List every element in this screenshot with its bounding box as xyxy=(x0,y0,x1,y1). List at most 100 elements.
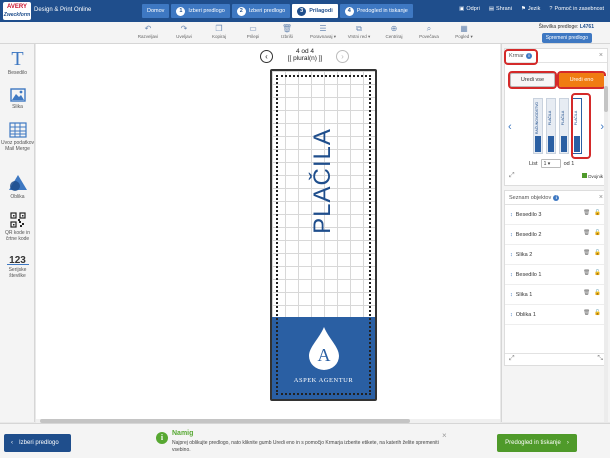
lock-icon[interactable]: 🔓 xyxy=(594,270,601,276)
step-2[interactable]: 2 Izberi predlogo xyxy=(231,4,291,18)
sidebar-item-shape[interactable]: Oblika xyxy=(0,174,35,200)
image-icon xyxy=(9,88,26,102)
collapse-icon[interactable]: ⤡ xyxy=(597,355,603,363)
object-row[interactable]: ↕ Slika 1 🗑 🔓 xyxy=(505,285,607,305)
trash-icon[interactable]: 🗑 xyxy=(583,310,590,316)
expand-icon[interactable]: ⤢ xyxy=(509,355,515,363)
object-name: Slika 2 xyxy=(515,252,533,258)
front-back-icon: ⧉ xyxy=(356,24,362,33)
expand-icon[interactable]: ⤢ xyxy=(509,172,515,180)
drag-handle-icon[interactable]: ↕ xyxy=(510,252,513,258)
copy-button[interactable]: ❐ Kopiraj xyxy=(203,24,235,39)
next-page-button[interactable]: › xyxy=(336,50,349,63)
thumbnail-label-1[interactable]: RAČUNOVODSTVO xyxy=(532,98,543,154)
change-template-button[interactable]: Spremeni predlogo xyxy=(541,33,592,43)
sidebar-item-image[interactable]: Slika xyxy=(0,88,35,110)
step-4[interactable]: 4 Predogled in tiskanje xyxy=(339,4,413,18)
object-name: Slika 1 xyxy=(515,292,533,298)
label-preview[interactable]: A ASPEK AGENTUR PLAČILA xyxy=(270,69,377,401)
delete-button[interactable]: 🗑 Izbriši xyxy=(271,24,303,39)
vertical-scrollbar[interactable] xyxy=(604,76,608,422)
object-name: Besedilo 2 xyxy=(515,232,542,238)
lock-icon[interactable]: 🔓 xyxy=(594,230,601,236)
label-text-box[interactable]: PLAČILA xyxy=(306,111,340,251)
language-button[interactable]: ⚑ Jezik xyxy=(521,6,540,12)
step-1-label: Izberi predlogo xyxy=(188,8,225,14)
step-home[interactable]: Domov xyxy=(142,4,170,18)
sidebar-item-qr-code[interactable]: QR kode in črtne kode xyxy=(0,212,35,242)
shape-icon xyxy=(8,175,27,191)
help-button[interactable]: ? Pomoč in zasebnost xyxy=(549,6,604,12)
zoom-icon: ⌕ xyxy=(426,24,432,33)
template-number-label: Številka predloge: xyxy=(538,24,579,30)
drag-handle-icon[interactable]: ↕ xyxy=(510,292,513,298)
trash-icon[interactable]: 🗑 xyxy=(583,250,590,256)
copy-label: Kopiraj xyxy=(211,34,226,39)
save-button[interactable]: ▤ Shrani xyxy=(489,6,512,12)
navigator-prev-button[interactable]: ‹ xyxy=(508,121,512,133)
zoom-button[interactable]: ⌕ Povečava xyxy=(413,24,445,39)
lock-icon[interactable]: 🔓 xyxy=(594,290,601,296)
object-row[interactable]: ↕ Besedilo 2 🗑 🔓 xyxy=(505,225,607,245)
trash-icon[interactable]: 🗑 xyxy=(583,290,590,296)
lock-icon[interactable]: 🔓 xyxy=(594,210,601,216)
sidebar-item-mail-merge-label: Uvoz podatkov Mail Merge xyxy=(0,140,35,152)
step-1[interactable]: 1 Izberi predlogo xyxy=(171,4,230,18)
design-canvas[interactable]: ‹ 4 od 4 [[ plural(n) ]] › xyxy=(36,44,500,422)
thumbnail-3-text: PLAČILA xyxy=(561,110,566,126)
redo-button[interactable]: ↷ Uveljavi xyxy=(168,24,200,39)
sheet-select[interactable]: 1 ▾ xyxy=(540,159,561,168)
open-button[interactable]: ▣ Odpri xyxy=(459,6,480,12)
object-row[interactable]: ↕ Besedilo 1 🗑 🔓 xyxy=(505,265,607,285)
thumbnail-label-3[interactable]: PLAČILA xyxy=(558,98,569,154)
object-row[interactable]: ↕ Besedilo 3 🗑 🔓 xyxy=(505,205,607,225)
object-row[interactable]: ↕ Oblika 1 🗑 🔓 xyxy=(505,305,607,325)
arrange-dropdown[interactable]: ☰ Poravnavaj ▾ xyxy=(307,24,339,40)
step-1-number: 1 xyxy=(176,6,186,16)
duplicate-checkbox[interactable]: Dvojnik xyxy=(582,173,603,179)
redo-label: Uveljavi xyxy=(176,34,192,39)
thumbnail-3-logo xyxy=(560,136,567,152)
close-icon[interactable]: × xyxy=(599,194,603,201)
drag-handle-icon[interactable]: ↕ xyxy=(510,232,513,238)
objects-panel: Seznam objektov i × ↕ Besedilo 3 🗑 🔓 ↕ Besedi… xyxy=(504,190,608,366)
sidebar-item-numbering[interactable]: 123 Serijske številke xyxy=(0,256,35,279)
drag-handle-icon[interactable]: ↕ xyxy=(510,212,513,218)
step-4-number: 4 xyxy=(344,6,354,16)
paste-label: Prilepi xyxy=(246,34,260,39)
trash-icon[interactable]: 🗑 xyxy=(583,230,590,236)
app-title: Design & Print Online xyxy=(34,7,92,13)
lock-icon[interactable]: 🔓 xyxy=(594,310,601,316)
trash-icon[interactable]: 🗑 xyxy=(583,210,590,216)
vertical-scroll-thumb[interactable] xyxy=(604,86,608,112)
step-3-active[interactable]: 3 Prilagodi xyxy=(292,4,338,18)
thumbnail-label-2[interactable]: PLAČILA xyxy=(545,98,556,154)
copy-icon: ❐ xyxy=(215,24,223,33)
paste-button[interactable]: ▭ Prilepi xyxy=(237,24,269,39)
sidebar-item-text[interactable]: T Besedilo xyxy=(0,49,35,76)
view-dropdown[interactable]: ▦ Pogled ▾ xyxy=(448,24,480,40)
step-3-label: Prilagodi xyxy=(309,8,333,14)
sidebar-item-mail-merge[interactable]: Uvoz podatkov Mail Merge xyxy=(0,122,35,152)
chevron-down-icon: ▾ xyxy=(547,161,551,167)
back-button[interactable]: ‹ Izberi predlogo xyxy=(4,434,71,452)
drag-handle-icon[interactable]: ↕ xyxy=(510,312,513,318)
info-icon[interactable]: i xyxy=(553,195,560,201)
undo-button[interactable]: ↶ Razveljavi xyxy=(132,24,164,39)
trash-icon[interactable]: 🗑 xyxy=(583,270,590,276)
object-name: Besedilo 1 xyxy=(515,272,542,278)
close-icon[interactable]: × xyxy=(442,431,447,440)
edit-one-highlight xyxy=(557,71,606,89)
order-dropdown[interactable]: ⧉ Vrstni red ▾ xyxy=(343,24,375,40)
drag-handle-icon[interactable]: ↕ xyxy=(510,272,513,278)
sidebar-item-image-label: Slika xyxy=(12,104,23,110)
sidebar-item-shape-label: Oblika xyxy=(10,194,25,200)
preview-print-button[interactable]: Predogled in tiskanje › xyxy=(497,434,577,452)
chevron-left-icon: ‹ xyxy=(11,440,13,446)
object-row[interactable]: ↕ Slika 2 🗑 🔓 xyxy=(505,245,607,265)
step-3-number: 3 xyxy=(297,6,307,16)
avery-logo[interactable]: AVERY Zweckform xyxy=(3,2,31,20)
close-icon[interactable]: × xyxy=(599,52,603,59)
lock-icon[interactable]: 🔓 xyxy=(594,250,601,256)
center-button[interactable]: ⊕ Centriraj xyxy=(378,24,410,39)
